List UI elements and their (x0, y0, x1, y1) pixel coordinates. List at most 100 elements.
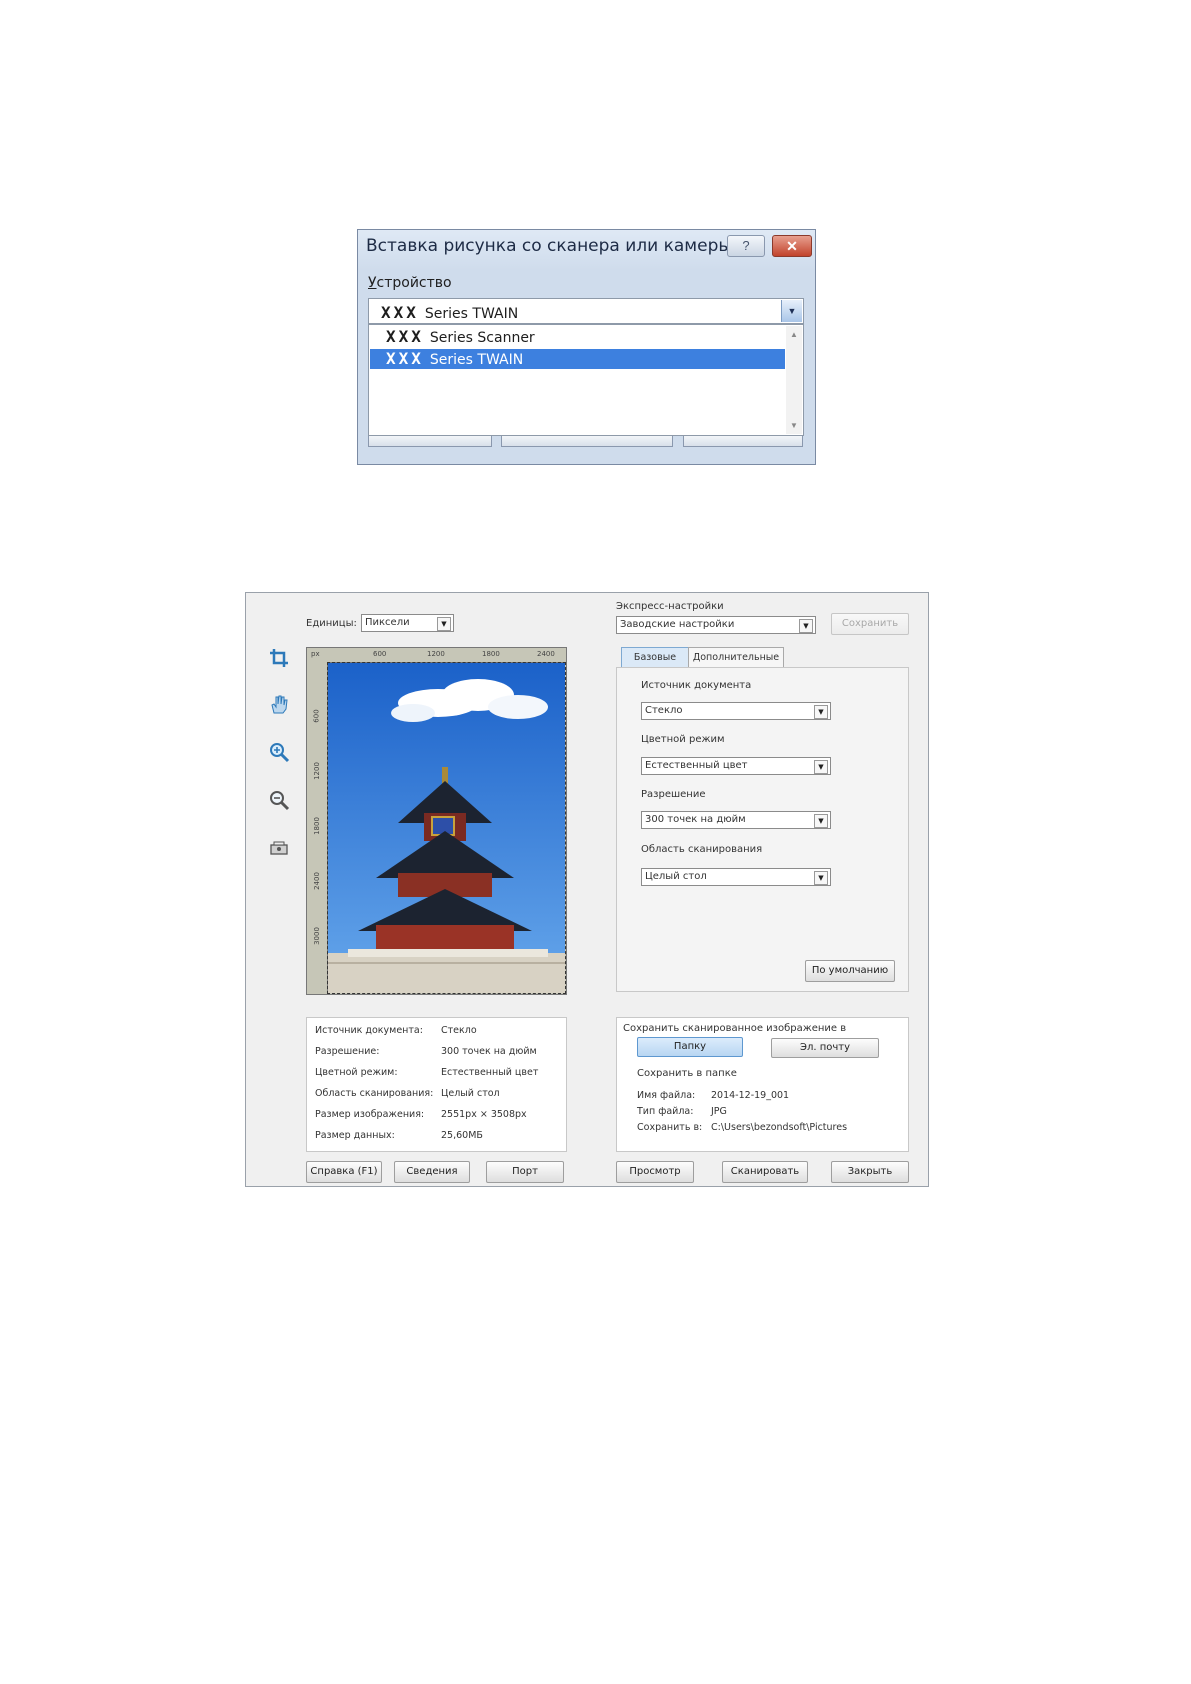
express-settings-select[interactable]: Заводские настройки ▼ (616, 616, 816, 634)
chevron-down-icon: ▼ (814, 760, 828, 774)
summary-label: Размер изображения: (315, 1109, 425, 1120)
units-select[interactable]: Пиксели ▼ (361, 614, 454, 632)
ruler-left: 600 1200 1800 2400 3000 (307, 662, 328, 994)
save-to-folder-button[interactable]: Папку (637, 1037, 743, 1057)
units-label: Единицы: (306, 618, 357, 629)
summary-row: Область сканирования: Целый стол (315, 1088, 500, 1099)
ruler-unit: px (311, 650, 320, 658)
ruler-tick: 2400 (312, 872, 321, 890)
chevron-down-icon[interactable]: ▼ (781, 300, 802, 322)
hidden-button[interactable] (501, 436, 673, 447)
document-source-select[interactable]: Стекло ▼ (641, 702, 831, 720)
scanner-icon[interactable] (266, 837, 292, 863)
summary-label: Разрешение: (315, 1046, 380, 1057)
ruler-tick: 600 (373, 650, 387, 658)
device-prefix: XXX (381, 303, 419, 322)
scroll-down-icon[interactable]: ▼ (786, 421, 802, 430)
ruler-top: px 600 1200 1800 2400 (311, 648, 566, 663)
list-scrollbar[interactable]: ▲ ▼ (786, 326, 802, 434)
default-button[interactable]: По умолчанию (805, 960, 895, 982)
file-info-row: Имя файла: 2014-12-19_001 (637, 1090, 789, 1101)
tab-advanced[interactable]: Дополнительные (688, 647, 784, 667)
summary-label: Область сканирования: (315, 1088, 434, 1099)
scan-area-select[interactable]: Целый стол ▼ (641, 868, 831, 886)
dialog-title: Вставка рисунка со сканера или камеры (366, 236, 732, 256)
save-in-folder-label: Сохранить в папке (637, 1068, 737, 1079)
color-mode-select[interactable]: Естественный цвет ▼ (641, 757, 831, 775)
scan-preview[interactable]: px 600 1200 1800 2400 600 1200 1800 2400… (306, 647, 567, 995)
select-value: Целый стол (645, 871, 707, 882)
summary-row: Цветной режим: Естественный цвет (315, 1067, 538, 1078)
device-prefix: XXX (386, 349, 424, 368)
crop-icon[interactable] (266, 647, 292, 673)
device-name: Series Scanner (429, 330, 535, 346)
file-info-label: Сохранить в: (637, 1122, 703, 1133)
ruler-tick: 2400 (537, 650, 555, 658)
units-select-value: Пиксели (365, 617, 410, 628)
save-to-email-button[interactable]: Эл. почту (771, 1038, 879, 1058)
list-item[interactable]: XXX Series Scanner (370, 327, 785, 347)
chevron-down-icon: ▼ (814, 705, 828, 719)
insert-picture-dialog: Вставка рисунка со сканера или камеры ? … (357, 229, 816, 465)
preview-button[interactable]: Просмотр (616, 1161, 694, 1183)
summary-value: 25,60МБ (441, 1130, 483, 1141)
express-settings-label: Экспресс-настройки (616, 601, 724, 612)
device-combobox[interactable]: XXX Series TWAIN ▼ (368, 298, 804, 324)
select-value: Естественный цвет (645, 760, 748, 771)
summary-row: Источник документа: Стекло (315, 1025, 477, 1036)
select-value: 300 точек на дюйм (645, 814, 746, 825)
close-button[interactable]: ✕ (772, 235, 812, 257)
info-button[interactable]: Сведения (394, 1161, 470, 1183)
summary-value: 300 точек на дюйм (441, 1046, 537, 1057)
save-preset-button[interactable]: Сохранить (831, 613, 909, 635)
scanned-photo (327, 662, 566, 994)
save-to-panel: Сохранить сканированное изображение в Па… (616, 1017, 909, 1152)
summary-value: Стекло (441, 1025, 477, 1036)
zoom-out-icon[interactable] (266, 789, 292, 815)
ruler-tick: 1800 (482, 650, 500, 658)
summary-label: Цветной режим: (315, 1067, 398, 1078)
list-item-selected[interactable]: XXX Series TWAIN (370, 349, 785, 369)
scroll-up-icon[interactable]: ▲ (786, 330, 802, 339)
scan-dialog: Единицы: Пиксели ▼ px 600 1200 1800 2400… (245, 592, 929, 1187)
temple-photo (328, 663, 565, 993)
ruler-tick: 1200 (312, 762, 321, 780)
file-info-value: C:\Users\bezondsoft\Pictures (711, 1122, 848, 1133)
field-label: Источник документа (641, 680, 752, 691)
chevron-down-icon: ▼ (799, 619, 813, 633)
hidden-button[interactable] (368, 436, 492, 447)
summary-panel: Источник документа: Стекло Разрешение: 300… (306, 1017, 567, 1152)
field-label: Цветной режим (641, 734, 725, 745)
device-prefix: XXX (386, 327, 424, 346)
chevron-down-icon: ▼ (437, 617, 451, 631)
chevron-down-icon: ▼ (814, 814, 828, 828)
scan-button[interactable]: Сканировать (722, 1161, 808, 1183)
device-label-mnemonic: У (368, 275, 377, 291)
close-scan-dialog-button[interactable]: Закрыть (831, 1161, 909, 1183)
help-f1-button[interactable]: Справка (F1) (306, 1161, 382, 1183)
field-label: Разрешение (641, 789, 706, 800)
save-to-label: Сохранить сканированное изображение в (623, 1023, 847, 1034)
file-info-row: Сохранить в: C:\Users\bezondsoft\Pictures (637, 1122, 847, 1133)
ruler-tick: 1800 (312, 817, 321, 835)
file-info-value: 2014-12-19_001 (711, 1090, 790, 1101)
port-button[interactable]: Порт (486, 1161, 564, 1183)
ruler-tick: 3000 (312, 927, 321, 945)
file-info-label: Имя файла: (637, 1090, 696, 1101)
summary-value: Естественный цвет (441, 1067, 539, 1078)
tab-basic[interactable]: Базовые (621, 647, 689, 667)
summary-row: Размер данных: 25,60МБ (315, 1130, 483, 1141)
zoom-in-icon[interactable] (266, 741, 292, 767)
hidden-button[interactable] (683, 436, 803, 447)
select-value: Стекло (645, 705, 683, 716)
summary-row: Размер изображения: 2551px × 3508px (315, 1109, 527, 1120)
basic-settings-panel: Источник документа Стекло ▼ Цветной режи… (616, 667, 909, 992)
resolution-select[interactable]: 300 точек на дюйм ▼ (641, 811, 831, 829)
ruler-tick: 600 (312, 709, 321, 723)
hand-icon[interactable] (266, 693, 292, 719)
device-dropdown-list: XXX Series Scanner XXX Series TWAIN ▲ ▼ (368, 324, 804, 436)
device-combobox-value: XXX Series TWAIN (381, 303, 518, 322)
file-info-label: Тип файла: (637, 1106, 694, 1117)
express-settings-value: Заводские настройки (620, 619, 735, 630)
help-button[interactable]: ? (727, 235, 765, 257)
